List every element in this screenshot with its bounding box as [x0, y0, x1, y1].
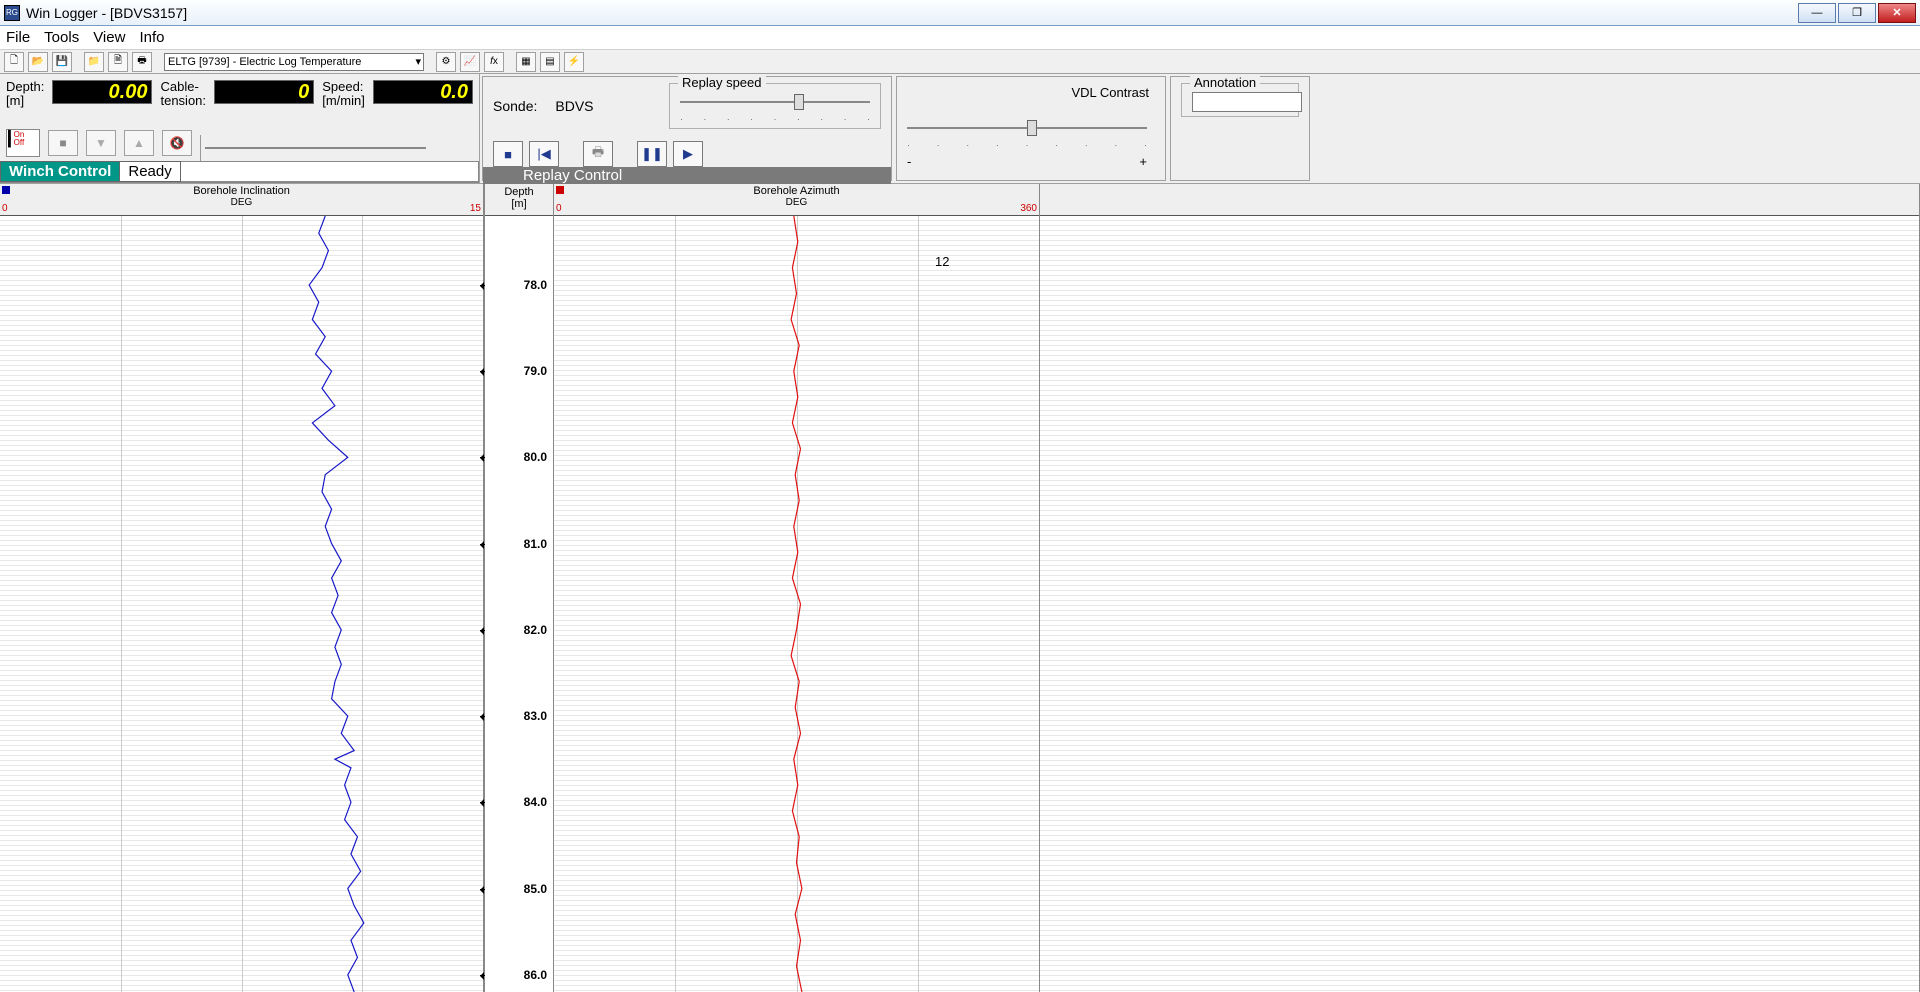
incl-color-icon: [2, 186, 10, 194]
depth-tick-label: 86.0: [524, 968, 547, 982]
flash-icon[interactable]: ⚡: [564, 52, 584, 72]
menu-info[interactable]: Info: [139, 29, 164, 46]
speed-unit: [m/min]: [322, 94, 365, 108]
open-icon[interactable]: 📂: [28, 52, 48, 72]
folder2-icon[interactable]: 📁: [84, 52, 104, 72]
annotation-input[interactable]: [1192, 92, 1302, 112]
winch-control-label: Winch Control: [0, 161, 120, 182]
menubar: File Tools View Info: [0, 26, 1920, 50]
replay-stop-button[interactable]: ■: [493, 141, 523, 167]
track-azimuth: Borehole Azimuth DEG 0 360: [554, 184, 1040, 992]
tool-combo[interactable]: ELTG [9739] - Electric Log Temperature: [164, 53, 424, 71]
new-icon[interactable]: 🗋: [4, 52, 24, 72]
speed-label: Speed:: [322, 80, 363, 94]
incl-unit: DEG: [0, 197, 483, 208]
grid-icon[interactable]: ▤: [540, 52, 560, 72]
power-toggle[interactable]: ▌On▌Off: [6, 129, 40, 157]
depth-unit: [m]: [6, 94, 24, 108]
azimuth-curve: [554, 216, 1039, 992]
depth-display: 0.00: [52, 80, 152, 104]
cable-unit: tension:: [160, 94, 206, 108]
vdl-plus: +: [1139, 154, 1147, 169]
cable-label: Cable-: [160, 80, 198, 94]
incl-max: 15: [470, 203, 481, 214]
depth-tick-label: 78.0: [524, 278, 547, 292]
minimize-button[interactable]: —: [1798, 3, 1836, 23]
replay-speed-legend: Replay speed: [678, 75, 766, 90]
close-button[interactable]: ✕: [1878, 3, 1916, 23]
replay-pause-button[interactable]: ❚❚: [637, 141, 667, 167]
sonde-value: BDVS: [555, 98, 593, 114]
control-panels: Depth: [m] 0.00 Cable- tension: 0 Speed:…: [0, 74, 1920, 184]
inclination-curve: [0, 216, 483, 992]
menu-file[interactable]: File: [6, 29, 30, 46]
speed-display: 0.0: [373, 80, 473, 104]
depth-col-title: Depth: [485, 186, 553, 198]
depth-tick-label: 80.0: [524, 450, 547, 464]
vdl-minus: -: [907, 154, 911, 169]
annotation-legend: Annotation: [1190, 75, 1260, 90]
tool-combo-text: ELTG [9739] - Electric Log Temperature: [168, 56, 361, 68]
vdl-slider[interactable]: [907, 118, 1147, 138]
sound-button[interactable]: 🔇: [162, 130, 192, 156]
replay-speed-slider[interactable]: [680, 92, 870, 112]
config-icon[interactable]: ⚙: [436, 52, 456, 72]
depth-tick-label: 81.0: [524, 537, 547, 551]
sonde-label: Sonde:: [493, 98, 537, 114]
incl-title: Borehole Inclination: [0, 184, 483, 197]
replay-control-bar: Replay Control: [483, 167, 891, 184]
down-button[interactable]: ▼: [86, 130, 116, 156]
save-icon[interactable]: 💾: [52, 52, 72, 72]
print-icon[interactable]: 🖶: [132, 52, 152, 72]
log-annotation-12: 12: [935, 254, 949, 269]
chart-icon[interactable]: 📈: [460, 52, 480, 72]
track-extra: 12: [1040, 184, 1920, 992]
log-area: Borehole Inclination DEG 0 15 Depth [m] …: [0, 184, 1920, 992]
window-title: Win Logger - [BDVS3157]: [26, 5, 1798, 21]
track-inclination: Borehole Inclination DEG 0 15: [0, 184, 484, 992]
up-button[interactable]: ▲: [124, 130, 154, 156]
depth-tick-label: 79.0: [524, 364, 547, 378]
azim-unit: DEG: [554, 197, 1039, 208]
titlebar: RG Win Logger - [BDVS3157] — ❐ ✕: [0, 0, 1920, 26]
azim-min: 0: [556, 203, 562, 214]
azim-title: Borehole Azimuth: [554, 184, 1039, 197]
status-blank: [181, 161, 479, 182]
depth-tick-label: 83.0: [524, 709, 547, 723]
azim-color-icon: [556, 186, 564, 194]
replay-print-button[interactable]: 🖶: [583, 141, 613, 167]
status-ready: Ready: [120, 161, 180, 182]
toolbar: 🗋 📂 💾 📁 🗎 🖶 ELTG [9739] - Electric Log T…: [0, 50, 1920, 74]
menu-view[interactable]: View: [93, 29, 125, 46]
depth-tick-label: 85.0: [524, 882, 547, 896]
maximize-button[interactable]: ❐: [1838, 3, 1876, 23]
depth-label: Depth:: [6, 80, 44, 94]
azim-max: 360: [1020, 203, 1037, 214]
cable-display: 0: [214, 80, 314, 104]
depth-column: Depth [m] 78.0 79.0 80.0 81.0 82.0 83.0 84.0 85…: [484, 184, 554, 992]
depth-col-unit: [m]: [485, 198, 553, 210]
replay-play-button[interactable]: ▶: [673, 141, 703, 167]
fx-icon[interactable]: fx: [484, 52, 504, 72]
winch-slider[interactable]: [200, 135, 430, 161]
menu-tools[interactable]: Tools: [44, 29, 79, 46]
depth-tick-label: 84.0: [524, 795, 547, 809]
print-preview-icon[interactable]: 🗎: [108, 52, 128, 72]
stop-button[interactable]: ■: [48, 130, 78, 156]
incl-min: 0: [2, 203, 8, 214]
replay-rewind-button[interactable]: |◀: [529, 141, 559, 167]
header-icon[interactable]: ▦: [516, 52, 536, 72]
app-icon: RG: [4, 5, 20, 21]
depth-tick-label: 82.0: [524, 623, 547, 637]
vdl-legend: VDL Contrast: [907, 85, 1155, 100]
